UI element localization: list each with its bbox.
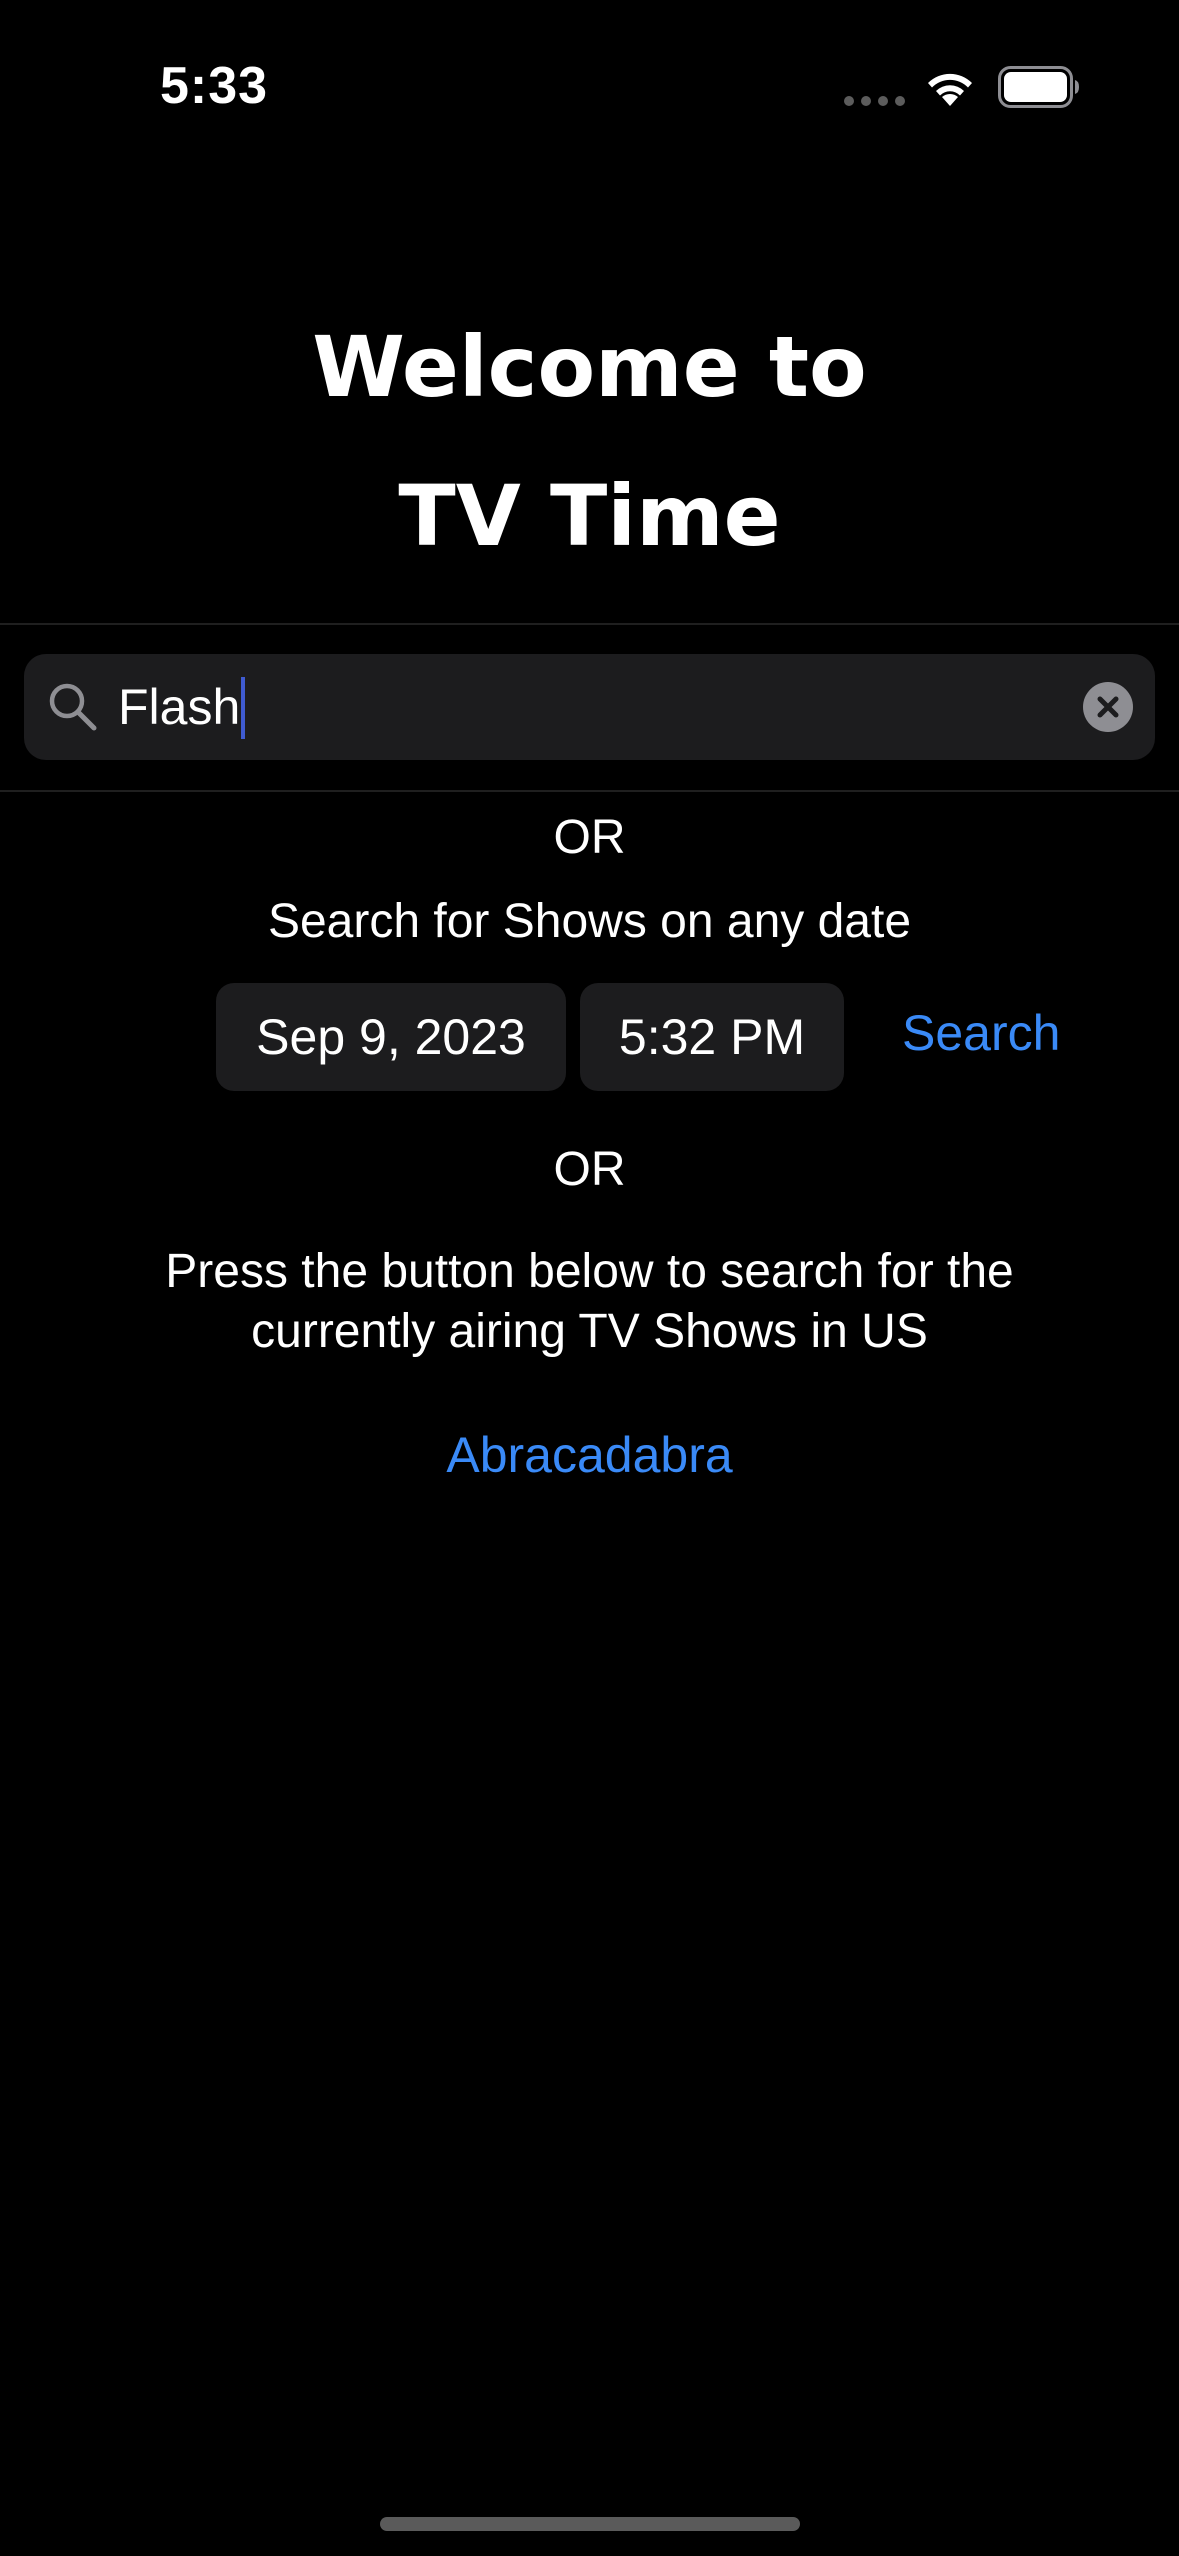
divider — [0, 623, 1179, 625]
search-input-value[interactable]: Flash — [118, 676, 246, 742]
battery-icon — [998, 66, 1079, 108]
date-picker[interactable]: Sep 9, 2023 — [216, 983, 566, 1091]
text-cursor — [241, 676, 246, 739]
status-time: 5:33 — [160, 57, 269, 115]
divider — [0, 790, 1179, 792]
wifi-icon — [928, 73, 972, 106]
airing-shows-description: Press the button below to search for the… — [0, 1242, 1179, 1362]
clear-icon[interactable] — [1083, 682, 1133, 732]
airing-shows-description-text: Press the button below to search for the… — [165, 1245, 1014, 1358]
search-icon — [49, 683, 97, 731]
date-search-label: Search for Shows on any date — [267, 895, 912, 948]
abracadabra-button[interactable]: Abracadabra — [0, 1426, 1179, 1484]
or-separator: OR — [553, 1143, 626, 1196]
time-picker[interactable]: 5:32 PM — [580, 983, 844, 1091]
home-indicator[interactable] — [380, 2517, 800, 2531]
cellular-signal-icon — [844, 96, 906, 106]
page-title-line-1: Welcome to — [312, 318, 867, 416]
close-icon — [1097, 696, 1119, 718]
status-bar: 5:33 — [0, 0, 1179, 175]
page-title-line-2: TV Time — [398, 467, 781, 565]
or-separator: OR — [553, 811, 626, 864]
search-input[interactable]: Flash — [24, 654, 1155, 760]
search-button[interactable]: Search — [902, 1004, 1060, 1062]
search-query-text: Flash — [118, 679, 241, 735]
